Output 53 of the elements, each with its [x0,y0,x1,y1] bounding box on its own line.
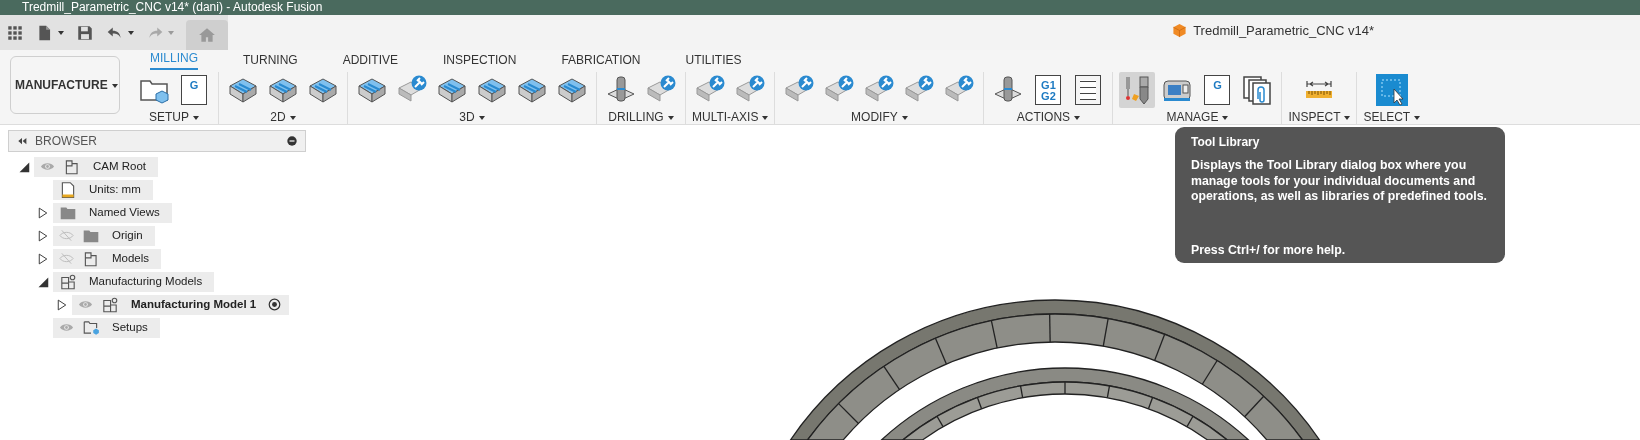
tooltip-description: Displays the Tool Library dialog box where you manage tools for your individual documents and operations, as well as libraries of predefined tools. [1191,158,1488,205]
caret-icon[interactable] [901,115,908,120]
ribbon-tab[interactable]: FABRICATION [561,52,641,70]
caret-icon[interactable] [111,83,118,88]
ribbon-tab[interactable]: UTILITIES [685,52,742,70]
active-radio-icon[interactable] [268,298,282,311]
document-ruler-icon [59,180,77,199]
ribbon-tab[interactable]: INSPECTION [443,52,517,70]
group-menu-button[interactable]: MODIFY [851,110,908,124]
expanded-triangle-icon[interactable] [37,275,49,288]
group-menu-button[interactable]: INSPECT [1288,110,1351,124]
collapsed-triangle-icon[interactable] [37,251,49,266]
caret-icon[interactable] [762,115,769,120]
caret-icon[interactable] [1222,115,1229,120]
caret-icon[interactable] [289,115,296,120]
folder-setup-icon [82,318,100,337]
save-icon[interactable] [76,23,94,42]
caret-icon[interactable] [58,30,64,35]
ribbon-tab[interactable]: ADDITIVE [342,52,399,70]
gear-component-icon [59,272,77,291]
tooltip-title: Tool Library [1191,134,1261,151]
component-icon [63,157,81,176]
ribbon-tab[interactable]: TURNING [243,52,298,70]
collapsed-triangle-icon[interactable] [56,297,68,312]
document-title: Tredmill_Parametric_CNC v14* [1193,22,1374,40]
group-menu-button[interactable]: 3D [459,110,485,124]
panel-title: BROWSER [35,133,97,150]
caret-icon[interactable] [128,30,134,35]
group-menu-button[interactable]: 2D [270,110,296,124]
tooltip-hint: Press Ctrl+/ for more help. [1191,241,1346,259]
cube-icon [1172,23,1188,39]
minus-circle-icon[interactable] [287,136,297,146]
collapse-panel-icon[interactable] [17,136,27,146]
caret-icon[interactable] [478,115,485,120]
workspace-button[interactable]: MANUFACTURE [10,56,120,114]
group-menu-button[interactable]: ACTIONS [1016,110,1081,124]
group-menu-button[interactable]: MULTI-AXIS [692,110,769,124]
window-title: Tredmill_Parametric_CNC v14* (dani) - Autodesk Fusion [0,0,1640,15]
gear-component-icon [101,295,119,314]
expanded-triangle-icon[interactable] [18,160,30,173]
collapsed-triangle-icon[interactable] [37,205,49,220]
caret-icon[interactable] [193,115,199,120]
group-menu-button[interactable]: SETUP [149,110,199,124]
group-menu-button[interactable]: DRILLING [608,110,674,124]
caret-icon[interactable] [1344,115,1351,120]
caret-icon[interactable] [1074,115,1081,120]
apps-grid-icon[interactable] [6,23,24,42]
collapsed-triangle-icon[interactable] [37,228,49,243]
caret-icon[interactable] [667,115,674,120]
group-menu-button[interactable]: MANAGE [1166,110,1229,124]
caret-icon[interactable] [1414,115,1421,120]
component-icon [82,249,100,268]
group-menu-button[interactable]: SELECT [1363,110,1421,124]
